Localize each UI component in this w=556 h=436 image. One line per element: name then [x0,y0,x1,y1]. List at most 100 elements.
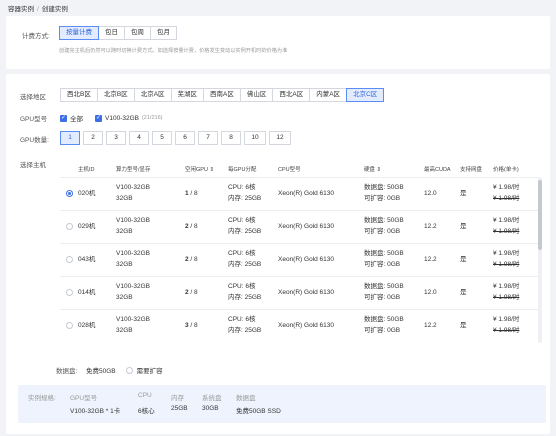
gpu-count-option[interactable]: 4 [129,131,149,145]
billing-option-daily[interactable]: 包日 [98,26,125,40]
total-count: / 8 [188,223,198,230]
billing-option-monthly[interactable]: 包月 [150,26,177,40]
host-cuda: 12.2 [424,322,437,329]
host-old-price: ¥ 1.98/时 [493,294,520,301]
summary-data-value: 免费50GB SSD [236,408,281,415]
gpu-type-filters: ✓ 全部 ✓ V100-32GB (21/216) [60,113,162,123]
host-model: V100-32GB [116,316,150,323]
total-count: / 8 [188,190,198,197]
host-id[interactable]: 028机 [78,321,95,331]
host-support: 是 [460,256,467,263]
breadcrumb-parent[interactable]: 容器实例 [8,6,34,13]
v100-checkbox-label[interactable]: V100-32GB [105,115,139,122]
instance-config-card: 选择地区 西北B区 北京B区 北京A区 芜湖区 西南A区 佛山区 西北A区 内蒙… [6,74,550,434]
region-option[interactable]: 北京B区 [96,88,135,102]
region-option[interactable]: 西北B区 [60,88,98,102]
region-option[interactable]: 芜湖区 [170,88,205,102]
data-disk-options: 免费50GB 需要扩容 [86,365,163,375]
host-ram: 内存: 25GB [228,261,262,268]
all-checkbox[interactable]: ✓ [60,114,67,122]
expand-radio-label[interactable]: 需要扩容 [137,365,163,375]
host-ram: 内存: 25GB [228,327,262,334]
host-disk: 数据盘: 50GB [364,217,404,224]
expand-radio[interactable] [125,366,133,374]
billing-option-weekly[interactable]: 包周 [124,26,151,40]
host-old-price: ¥ 1.98/时 [493,261,520,268]
col-host-id: 主机ID [78,167,95,173]
summary-gpu-key: GPU型号 [70,395,98,402]
col-cpu-model: CPU型号 [278,167,301,173]
billing-options: 按量计费 包日 包周 包月 [59,26,177,40]
region-option[interactable]: 北京A区 [133,88,172,102]
host-id[interactable]: 020机 [78,189,95,199]
region-label: 选择地区 [20,94,46,101]
host-free-gpu: 1 / 8 [185,189,198,199]
instance-spec-summary: 实例规格: GPU型号 V100-32GB * 1卡 CPU 6核心 内存 25… [18,385,546,423]
host-expand: 可扩容: 0GB [364,195,401,202]
billing-option-hourly[interactable]: 按量计费 [59,26,99,40]
data-disk-label: 数据盘: [56,368,78,375]
host-id[interactable]: 043机 [78,255,95,265]
billing-label: 计费方式: [22,33,50,40]
host-id[interactable]: 029机 [78,222,95,232]
summary-sys-value: 30GB [202,405,219,412]
table-row[interactable]: 014机 V100-32GB 32GB 2 / 8 CPU: 6核 内存: 25… [60,276,538,309]
table-row[interactable]: 043机 V100-32GB 32GB 2 / 8 CPU: 6核 内存: 25… [60,243,538,276]
region-option[interactable]: 西南A区 [203,88,241,102]
gpu-count-option[interactable]: 12 [269,131,291,145]
table-row[interactable]: 029机 V100-32GB 32GB 2 / 8 CPU: 6核 内存: 25… [60,210,538,243]
host-support: 是 [460,223,467,230]
host-support: 是 [460,190,467,197]
host-old-price: ¥ 1.98/时 [493,327,520,334]
summary-mem-value: 25GB [171,405,188,412]
region-option-selected[interactable]: 北京C区 [346,88,385,102]
host-free-gpu: 2 / 8 [185,222,198,232]
host-price: ¥ 1.98/时 [493,184,520,191]
gpu-count-option[interactable]: 8 [221,131,241,145]
host-ram: 内存: 25GB [228,294,262,301]
col-disk[interactable]: 硬盘 ⇕ [364,165,381,173]
host-free-gpu: 3 / 8 [185,321,198,331]
gpu-count-option-selected[interactable]: 1 [60,131,80,145]
gpu-count-option[interactable]: 7 [198,131,218,145]
gpu-count-option[interactable]: 5 [152,131,172,145]
v100-checkbox[interactable]: ✓ [95,114,102,122]
table-row[interactable]: 020机 V100-32GB 32GB 1 / 8 CPU: 6核 内存: 25… [60,177,538,210]
host-radio[interactable] [66,223,73,230]
region-options: 西北B区 北京B区 北京A区 芜湖区 西南A区 佛山区 西北A区 内蒙A区 北京… [60,88,385,102]
gpu-count-option[interactable]: 2 [83,131,103,145]
host-expand: 可扩容: 0GB [364,261,401,268]
host-table-scroll-thumb[interactable] [538,180,542,250]
host-cpu: CPU: 6核 [228,184,256,191]
gpu-type-label: GPU型号 [20,116,48,123]
host-id[interactable]: 014机 [78,288,95,298]
col-price: 价格(单卡) [493,167,519,173]
host-mem: 32GB [116,294,133,301]
host-radio-selected[interactable] [66,190,73,197]
host-cpu-model: Xeon(R) Gold 6130 [278,322,335,329]
host-cpu-model: Xeon(R) Gold 6130 [278,256,335,263]
host-label: 选择主机 [20,162,46,169]
region-option[interactable]: 西北A区 [272,88,311,102]
host-cpu-model: Xeon(R) Gold 6130 [278,190,335,197]
host-disk: 数据盘: 50GB [364,184,404,191]
all-checkbox-label[interactable]: 全部 [70,113,83,123]
summary-data-key: 数据盘 [236,395,256,402]
host-radio[interactable] [66,289,73,296]
host-free-gpu: 2 / 8 [185,288,198,298]
gpu-count-option[interactable]: 6 [175,131,195,145]
total-count: / 8 [188,256,198,263]
host-support: 是 [460,322,467,329]
v100-count: (21/216) [141,115,163,121]
gpu-count-option[interactable]: 10 [244,131,266,145]
host-mem: 32GB [116,261,133,268]
col-free-gpu[interactable]: 空闲GPU ⇕ [185,165,214,173]
region-option[interactable]: 内蒙A区 [309,88,348,102]
host-cpu: CPU: 6核 [228,217,256,224]
host-radio[interactable] [66,322,73,329]
host-radio[interactable] [66,256,73,263]
gpu-count-option[interactable]: 3 [106,131,126,145]
host-disk: 数据盘: 50GB [364,250,404,257]
table-row[interactable]: 028机 V100-32GB 32GB 3 / 8 CPU: 6核 内存: 25… [60,309,538,342]
region-option[interactable]: 佛山区 [239,88,274,102]
